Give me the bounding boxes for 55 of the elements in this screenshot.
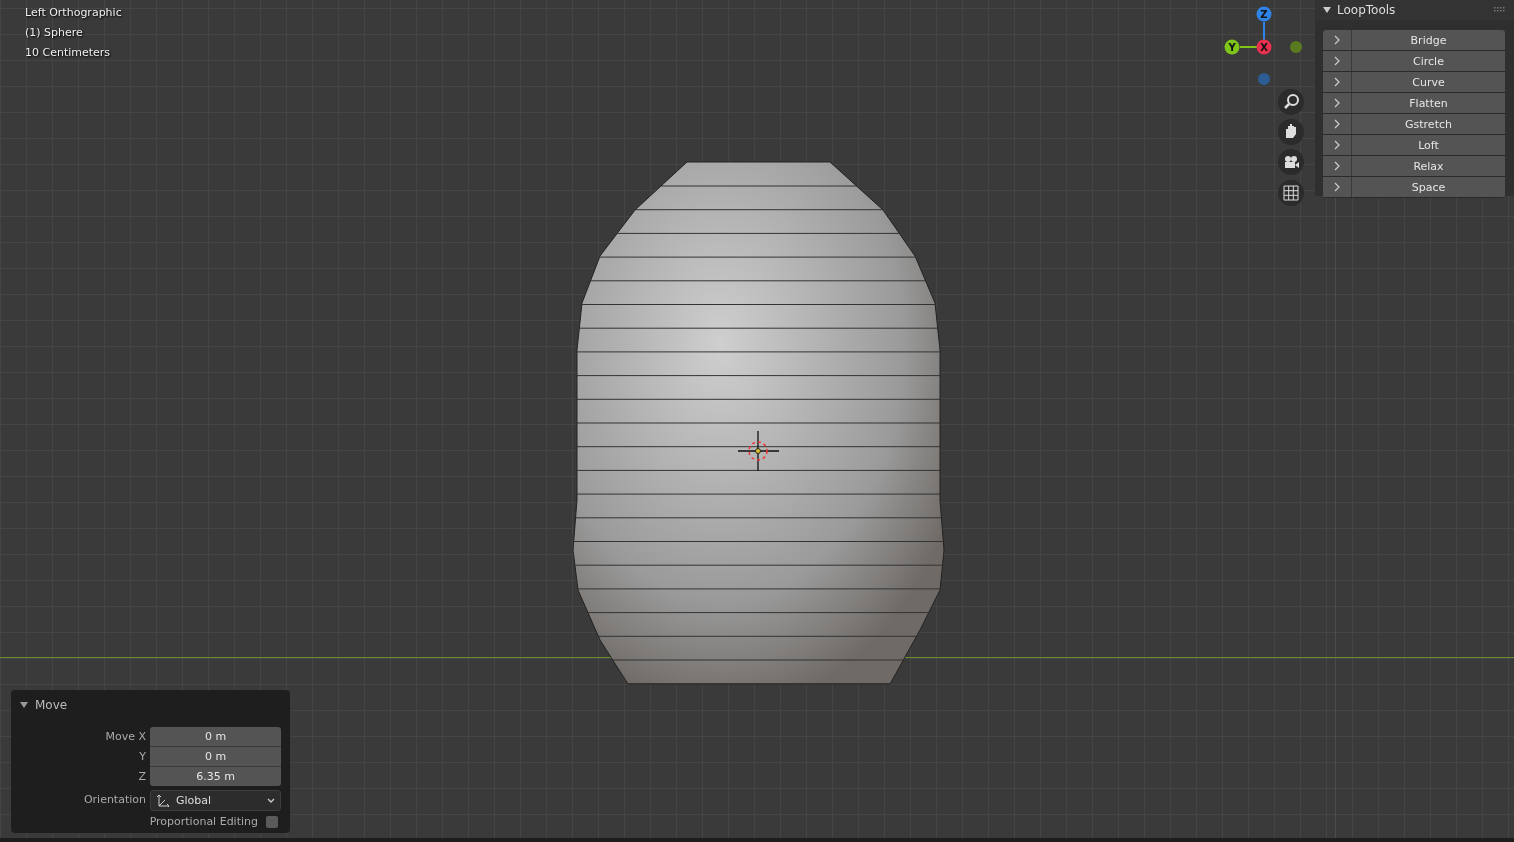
panel-title: Move (35, 698, 68, 712)
3d-cursor-icon (737, 430, 780, 472)
chevron-icon (1333, 182, 1341, 192)
field-label: Z (137, 769, 146, 785)
expand-toggle[interactable] (1323, 93, 1352, 113)
grip-icon[interactable] (1494, 7, 1506, 13)
tool-button[interactable]: Gstretch (1352, 114, 1505, 134)
chevron-icon (1333, 140, 1341, 150)
disclosure-triangle-icon[interactable] (1323, 6, 1331, 14)
axis-handle[interactable]: Z (1256, 6, 1272, 22)
disclosure-triangle-icon[interactable] (20, 701, 28, 709)
chevron-icon (1333, 56, 1341, 66)
expand-toggle[interactable] (1323, 30, 1352, 50)
checkbox-label: Proportional Editing (149, 815, 258, 828)
expand-toggle[interactable] (1323, 72, 1352, 92)
tool-button[interactable]: Flatten (1352, 93, 1505, 113)
panel-title: LoopTools (1337, 3, 1396, 17)
expand-toggle[interactable] (1323, 51, 1352, 71)
chevron-icon (1333, 98, 1341, 108)
axis-dot[interactable] (1258, 73, 1270, 85)
panel-header[interactable]: LoopTools (1315, 0, 1514, 20)
orientation-dropdown[interactable]: Global (150, 790, 281, 811)
expand-toggle[interactable] (1323, 177, 1352, 197)
camera-icon[interactable] (1278, 149, 1304, 175)
number-field[interactable]: 6.35 m (150, 767, 281, 786)
field-label: Y (138, 749, 146, 765)
caret-icon (267, 797, 275, 804)
field-label: Move X (104, 729, 146, 745)
tool-button[interactable]: Loft (1352, 135, 1505, 155)
expand-toggle[interactable] (1323, 156, 1352, 176)
viewport-info-text: (1) Sphere (25, 25, 84, 41)
tool-button[interactable]: Circle (1352, 51, 1505, 71)
chevron-icon (1333, 77, 1341, 87)
axis-handle[interactable]: Y (1224, 39, 1240, 55)
chevron-icon (1333, 119, 1341, 129)
viewport-info-text: Left Orthographic (25, 5, 122, 21)
checkbox[interactable] (266, 815, 278, 828)
zoom-icon[interactable] (1278, 89, 1304, 115)
number-field[interactable]: 0 m (150, 747, 281, 767)
axes-icon (156, 794, 170, 807)
tool-button[interactable]: Bridge (1352, 30, 1505, 50)
chevron-icon (1333, 35, 1341, 45)
viewport-info-text: 10 Centimeters (25, 45, 112, 61)
chevron-icon (1333, 161, 1341, 171)
number-field[interactable]: 0 m (150, 727, 281, 747)
expand-toggle[interactable] (1323, 114, 1352, 134)
field-label: Orientation (82, 792, 146, 808)
hand-icon[interactable] (1278, 119, 1304, 145)
grid-icon[interactable] (1278, 180, 1304, 206)
axis-handle[interactable]: X (1256, 39, 1272, 55)
tool-button[interactable]: Space (1352, 177, 1505, 197)
expand-toggle[interactable] (1323, 135, 1352, 155)
axis-dot[interactable] (1290, 41, 1302, 53)
tool-button[interactable]: Curve (1352, 72, 1505, 92)
tool-button[interactable]: Relax (1352, 156, 1505, 176)
